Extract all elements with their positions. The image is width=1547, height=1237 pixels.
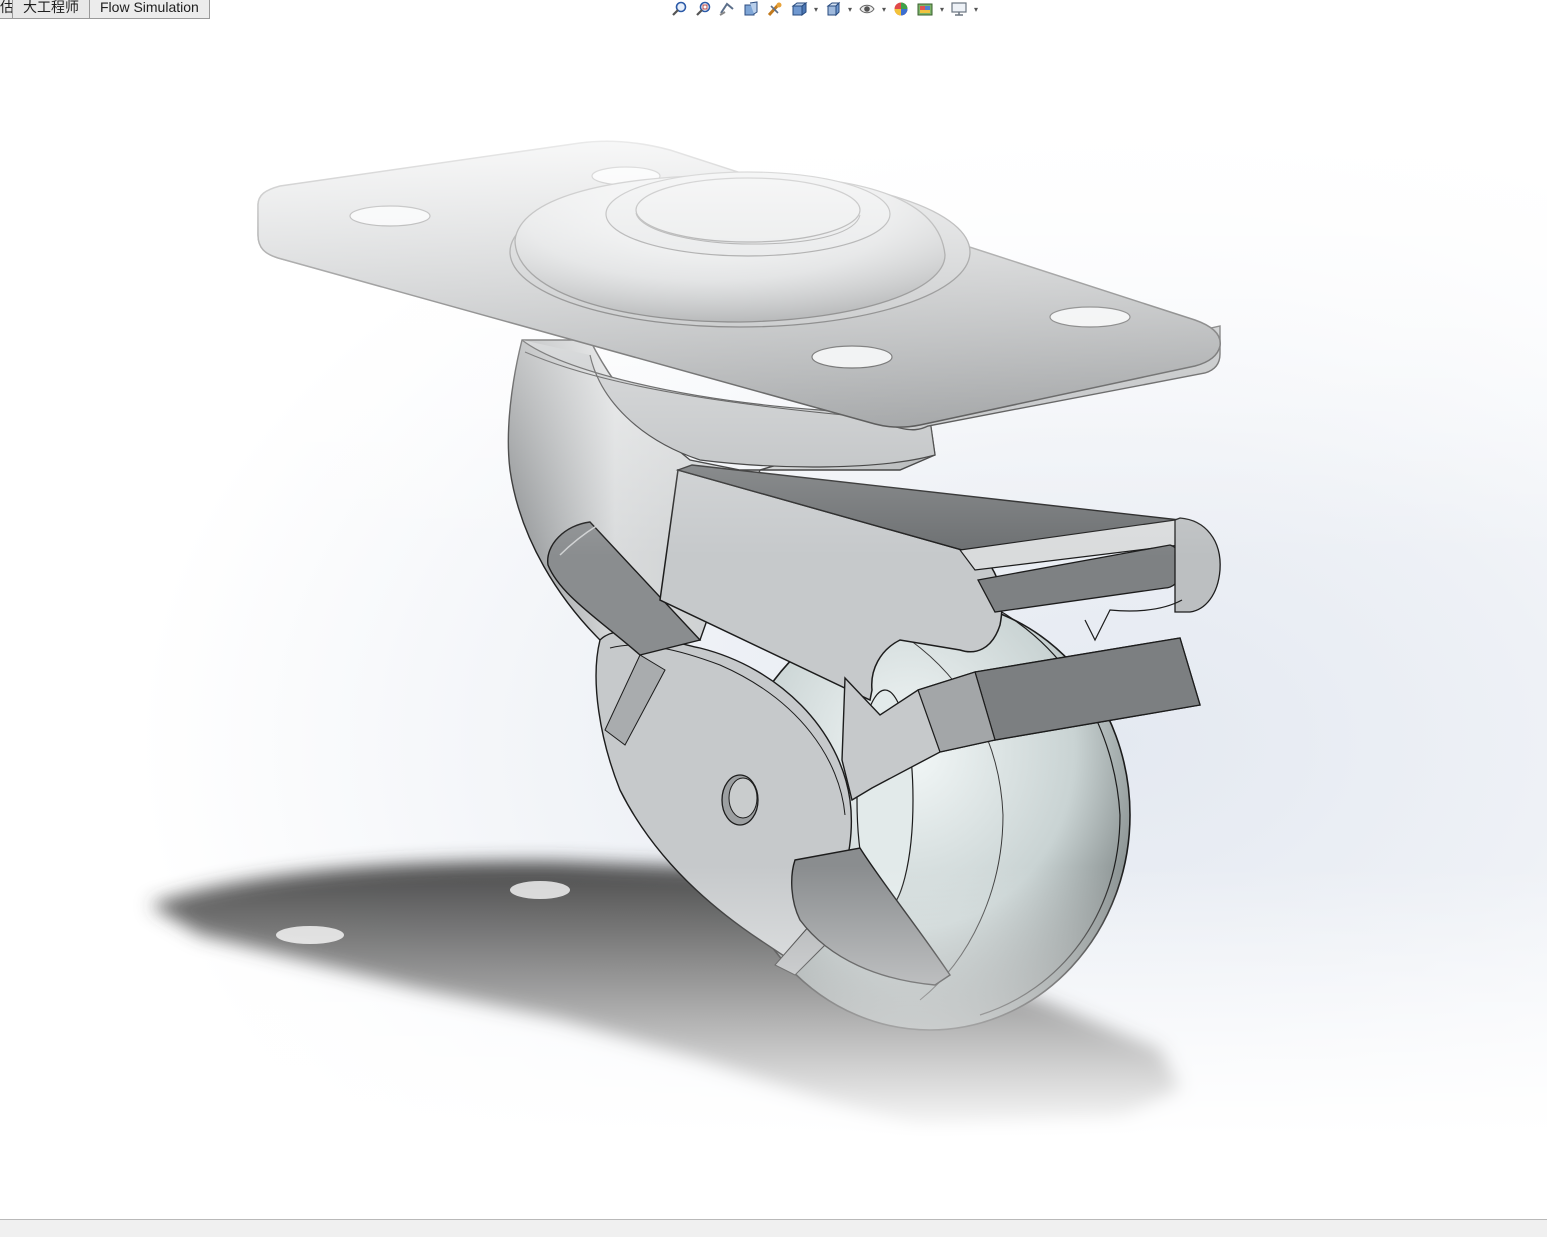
zoom-to-area-icon[interactable] xyxy=(692,0,714,18)
zoom-to-fit-icon[interactable] xyxy=(668,0,690,18)
tab-evaluate-label: 评估 xyxy=(0,0,13,15)
apply-scene-dropdown-icon[interactable]: ▾ xyxy=(938,5,946,14)
heads-up-view-toolbar: ▾ ▾ ▾ ▾ ▾ xyxy=(668,0,980,18)
apply-scene-icon[interactable] xyxy=(914,0,936,18)
graphics-area[interactable] xyxy=(0,0,1547,1219)
view-orientation-icon[interactable] xyxy=(788,0,810,18)
view-settings-dropdown-icon[interactable]: ▾ xyxy=(972,5,980,14)
display-style-icon[interactable] xyxy=(822,0,844,18)
swivel-dome xyxy=(509,171,971,328)
status-bar xyxy=(0,1219,1547,1237)
command-manager-tabs: 评估 大工程师 Flow Simulation xyxy=(0,0,210,19)
edit-appearance-icon[interactable] xyxy=(890,0,912,18)
tab-flow-simulation-label: Flow Simulation xyxy=(100,0,199,15)
axle-nut xyxy=(721,774,759,826)
section-view-icon[interactable] xyxy=(740,0,762,18)
tab-master-engineer[interactable]: 大工程师 xyxy=(13,0,90,19)
view-settings-icon[interactable] xyxy=(948,0,970,18)
previous-view-icon[interactable] xyxy=(716,0,738,18)
tab-flow-simulation[interactable]: Flow Simulation xyxy=(90,0,210,19)
view-orientation-dropdown-icon[interactable]: ▾ xyxy=(812,5,820,14)
tab-master-engineer-label: 大工程师 xyxy=(23,0,79,15)
hide-show-dropdown-icon[interactable]: ▾ xyxy=(880,5,888,14)
solidworks-window: 评估 大工程师 Flow Simulation ▾ ▾ ▾ xyxy=(0,0,1547,1237)
hide-show-items-icon[interactable] xyxy=(856,0,878,18)
dynamic-annotation-views-icon[interactable] xyxy=(764,0,786,18)
tab-evaluate[interactable]: 评估 xyxy=(0,0,13,19)
display-style-dropdown-icon[interactable]: ▾ xyxy=(846,5,854,14)
